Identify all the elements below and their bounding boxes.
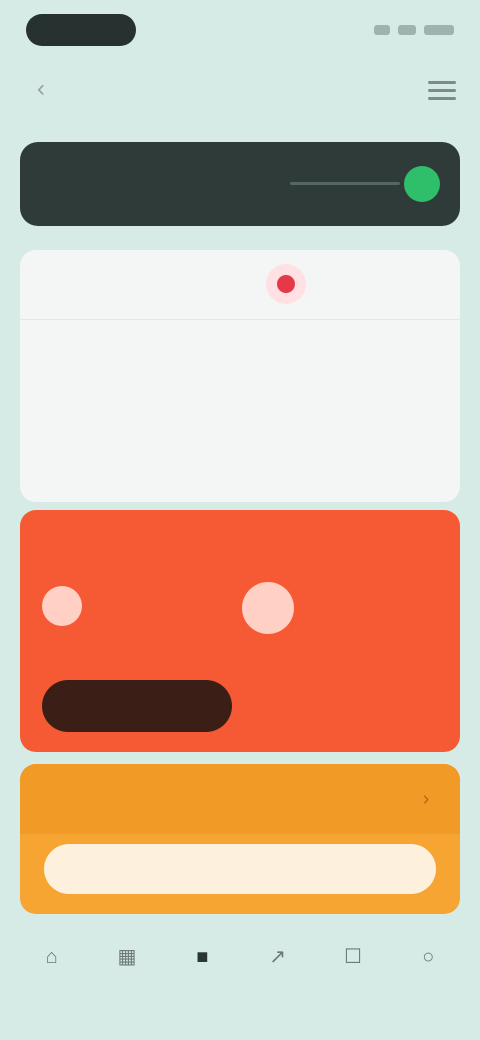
wifi-icon	[398, 25, 416, 35]
summary-banner-divider	[290, 182, 400, 185]
battery-icon	[424, 25, 454, 35]
tab-home[interactable]: ⌂	[24, 935, 80, 995]
tab-profile[interactable]: ○	[400, 935, 456, 995]
status-indicator-icon	[404, 166, 440, 202]
signal-icon	[374, 25, 390, 35]
calendar-icon: ▦	[117, 946, 137, 968]
back-arrow-icon[interactable]: ‹	[26, 74, 56, 104]
stats-card-header	[20, 250, 460, 320]
tab-chart[interactable]: ↗	[250, 935, 306, 995]
bottom-tab-bar: ⌂ ▦ ■ ↗ ☐ ○	[0, 930, 480, 1000]
header: ‹	[0, 58, 480, 128]
status-bar	[0, 0, 480, 58]
chat-icon: ☐	[344, 946, 362, 968]
option-dot-icon[interactable]	[42, 586, 82, 626]
status-time	[26, 14, 136, 46]
summary-banner[interactable]	[20, 142, 460, 226]
stats-column-title	[242, 344, 442, 374]
location-pin-icon[interactable]	[266, 264, 306, 304]
stat-item	[342, 404, 442, 484]
action-card-orange: ›	[20, 764, 460, 914]
action-card-orange-button[interactable]	[44, 844, 436, 894]
stats-column-title	[40, 344, 240, 374]
home-icon: ⌂	[45, 946, 58, 968]
action-card-red	[20, 510, 460, 752]
chevron-right-icon[interactable]: ›	[414, 788, 438, 812]
stat-item	[40, 404, 140, 484]
stats-card	[20, 250, 460, 502]
action-card-red-primary-button[interactable]	[42, 680, 232, 732]
stat-item	[242, 404, 342, 484]
grid-icon: ■	[196, 946, 209, 968]
stats-column-left	[40, 344, 240, 494]
profile-icon: ○	[422, 946, 435, 968]
chart-icon: ↗	[269, 946, 287, 968]
tab-calendar[interactable]: ▦	[99, 935, 155, 995]
tab-chat[interactable]: ☐	[325, 935, 381, 995]
option-dot-icon[interactable]	[242, 582, 294, 634]
tab-grid[interactable]: ■	[174, 935, 230, 995]
menu-icon[interactable]	[428, 76, 456, 104]
action-card-orange-header[interactable]: ›	[20, 764, 460, 834]
stat-item	[140, 404, 240, 484]
status-icons	[364, 20, 454, 40]
page-title	[140, 70, 340, 110]
stats-column-right	[242, 344, 442, 494]
